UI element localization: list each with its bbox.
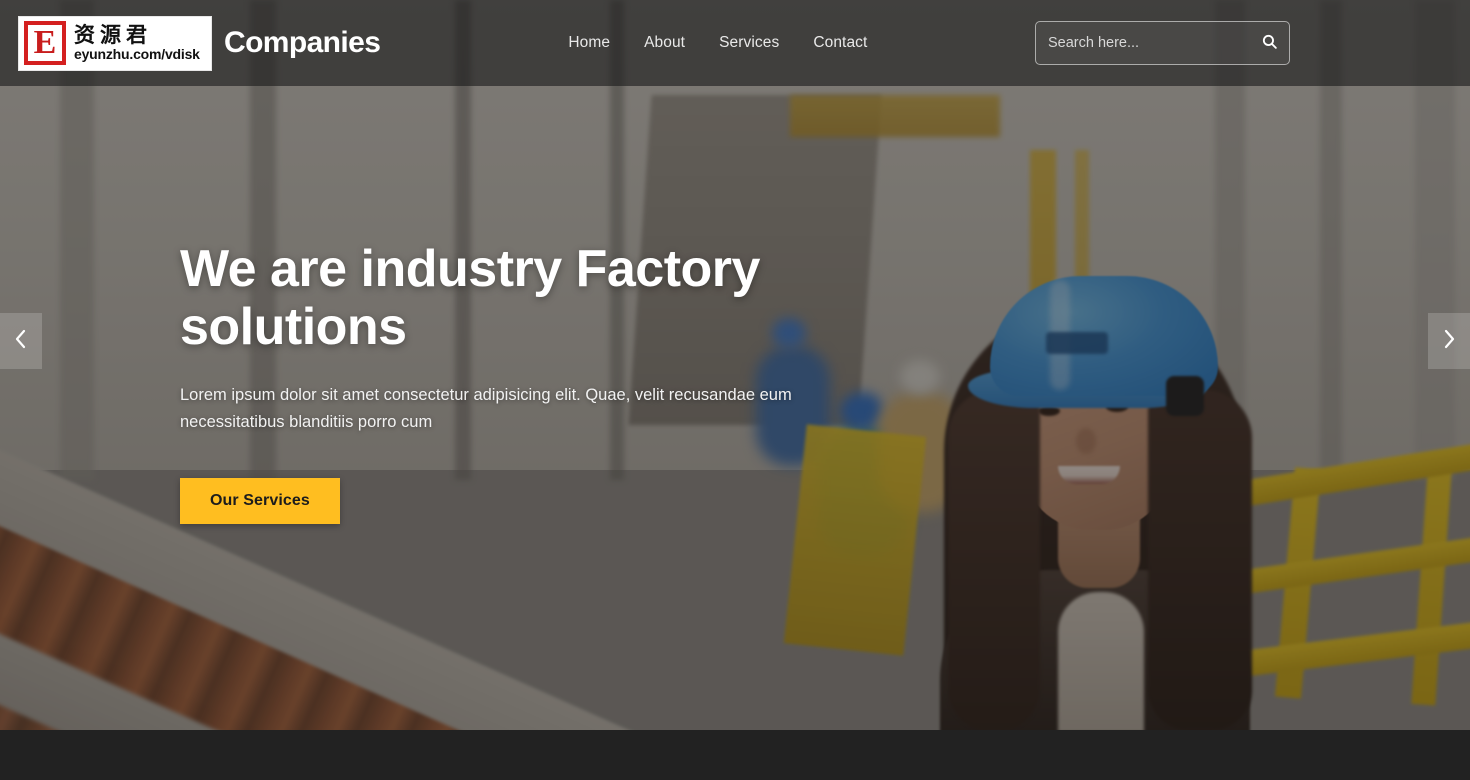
eyunzhu-logo: E 资源君 eyunzhu.com/vdisk bbox=[18, 15, 212, 71]
brand-name: Companies bbox=[224, 26, 381, 59]
logo-letter-icon: E bbox=[24, 21, 66, 65]
page-bottom-strip bbox=[0, 730, 1470, 780]
search-button[interactable] bbox=[1249, 22, 1289, 64]
logo-chinese-text: 资源君 bbox=[74, 22, 152, 47]
search-icon bbox=[1261, 33, 1278, 53]
chevron-right-icon bbox=[1441, 328, 1457, 355]
search-area bbox=[1035, 21, 1290, 65]
search-form bbox=[1035, 21, 1290, 65]
logo-url-text: eyunzhu.com/vdisk bbox=[74, 45, 200, 62]
search-input[interactable] bbox=[1036, 22, 1249, 64]
page-root: E 资源君 eyunzhu.com/vdisk Companies Home A… bbox=[0, 0, 1470, 780]
brand[interactable]: E 资源君 eyunzhu.com/vdisk Companies bbox=[18, 15, 381, 71]
carousel-prev-button[interactable] bbox=[0, 313, 42, 369]
nav-item-contact[interactable]: Contact bbox=[813, 34, 867, 52]
hero-title: We are industry Factory solutions bbox=[180, 240, 760, 357]
chevron-left-icon bbox=[13, 328, 29, 355]
nav-item-about[interactable]: About bbox=[644, 34, 685, 52]
logo-text: 资源君 eyunzhu.com/vdisk bbox=[74, 24, 200, 62]
our-services-button[interactable]: Our Services bbox=[180, 477, 340, 524]
site-header: E 资源君 eyunzhu.com/vdisk Companies Home A… bbox=[0, 0, 1470, 86]
carousel-next-button[interactable] bbox=[1428, 313, 1470, 369]
hero-subtitle: Lorem ipsum dolor sit amet consectetur a… bbox=[180, 386, 792, 432]
main-navigation: Home About Services Contact bbox=[568, 34, 867, 52]
nav-item-home[interactable]: Home bbox=[568, 34, 610, 52]
hero-content: We are industry Factory solutions Lorem … bbox=[180, 240, 860, 524]
nav-item-services[interactable]: Services bbox=[719, 34, 779, 52]
